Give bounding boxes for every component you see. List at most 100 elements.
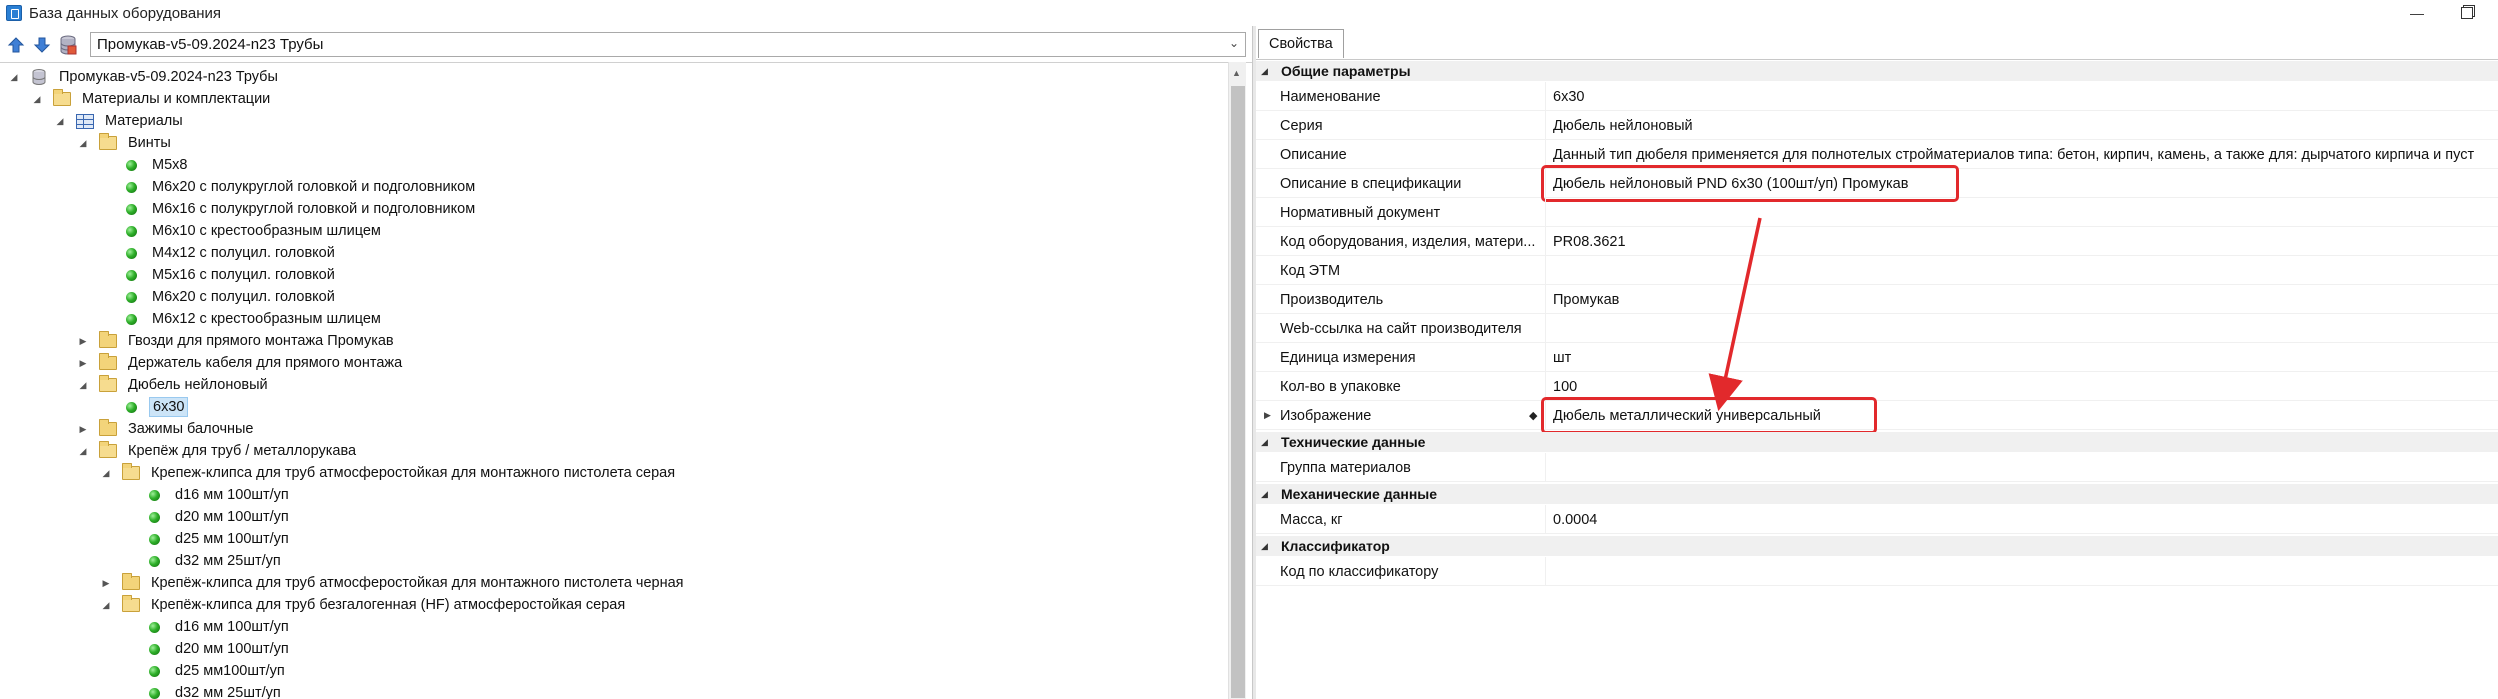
tree-item[interactable]: ▶6x30	[100, 396, 189, 418]
equipment-tree: ◢ Промукав-v5-09.2024-n23 Трубы ◢ Материалы…	[0, 62, 1252, 699]
property-row[interactable]: ▶ Изображение ◆ Дюбель металлический универ…	[1256, 401, 2498, 430]
tree-item[interactable]: ▶d16 мм 100шт/уп	[123, 484, 292, 506]
collapse-arrow-icon[interactable]: ◢	[77, 380, 89, 391]
tree-label: d32 мм 25шт/уп	[175, 553, 281, 569]
collapse-arrow-icon[interactable]: ◢	[1261, 437, 1275, 448]
property-row[interactable]: Код ЭТМ	[1256, 256, 2498, 285]
collapse-arrow-icon[interactable]: ◢	[100, 600, 112, 611]
tab-properties[interactable]: Свойства	[1258, 29, 1344, 58]
tree-label: Винты	[128, 135, 171, 151]
property-name: Web-ссылка на сайт производителя	[1280, 314, 1546, 343]
tree-item[interactable]: ▶M6x20 с полукруглой головкой и подголов…	[100, 176, 478, 198]
properties-tabbar: Свойства	[1256, 26, 2498, 60]
expand-arrow-icon[interactable]: ▶	[77, 336, 89, 347]
collapse-arrow-icon[interactable]: ◢	[31, 94, 43, 105]
property-row[interactable]: Единица измерения шт	[1256, 343, 2498, 372]
tree-node[interactable]: ◢ Промукав-v5-09.2024-n23 Трубы	[8, 66, 281, 88]
item-icon	[126, 181, 137, 193]
property-row[interactable]: Код оборудования, изделия, матери... PR08…	[1256, 227, 2498, 256]
property-row[interactable]: Наименование 6x30	[1256, 82, 2498, 111]
tree-scrollbar-thumb[interactable]	[1231, 86, 1245, 698]
collapse-arrow-icon[interactable]: ◢	[8, 72, 20, 83]
property-group-header[interactable]: ◢ Механические данные	[1256, 484, 2498, 504]
tree-item[interactable]: ▶M4x12 с полуцил. головкой	[100, 242, 338, 264]
collapse-arrow-icon[interactable]: ◢	[77, 446, 89, 457]
property-value[interactable]: 0.0004	[1553, 505, 2498, 534]
collapse-arrow-icon[interactable]: ◢	[77, 138, 89, 149]
tree-item[interactable]: ▶d32 мм 25шт/уп	[123, 550, 284, 572]
property-row[interactable]: Масса, кг 0.0004	[1256, 505, 2498, 534]
property-row[interactable]: Группа материалов	[1256, 453, 2498, 482]
property-group-title: Общие параметры	[1281, 63, 1411, 79]
property-value[interactable]	[1553, 314, 2498, 343]
property-value[interactable]: 6x30	[1553, 82, 2498, 111]
collapse-arrow-icon[interactable]: ◢	[1261, 541, 1275, 552]
expand-arrow-icon[interactable]: ▶	[1264, 410, 1271, 421]
tree-item[interactable]: ▶d16 мм 100шт/уп	[123, 616, 292, 638]
tree-item[interactable]: ▶M5x8	[100, 154, 190, 176]
maximize-button[interactable]	[2455, 2, 2479, 24]
property-value[interactable]	[1553, 256, 2498, 285]
property-row[interactable]: Серия Дюбель нейлоновый	[1256, 111, 2498, 140]
expand-arrow-icon[interactable]: ▶	[77, 358, 89, 369]
tree-item[interactable]: ▶d20 мм 100шт/уп	[123, 638, 292, 660]
property-value[interactable]: Промукав	[1553, 285, 2498, 314]
property-group-header[interactable]: ◢ Технические данные	[1256, 432, 2498, 452]
property-group-header[interactable]: ◢ Классификатор	[1256, 536, 2498, 556]
collapse-arrow-icon[interactable]: ◢	[54, 116, 66, 127]
tree-item[interactable]: ▶d25 мм 100шт/уп	[123, 528, 292, 550]
property-value[interactable]	[1553, 557, 2498, 586]
expand-arrow-icon[interactable]: ▶	[100, 578, 112, 589]
tree-scrollbar[interactable]: ▲	[1228, 62, 1246, 699]
property-value[interactable]: Дюбель нейлоновый	[1553, 111, 2498, 140]
tree-node[interactable]: ▶ Держатель кабеля для прямого монтажа	[77, 352, 405, 374]
tree-item[interactable]: ▶M6x12 с крестообразным шлицем	[100, 308, 384, 330]
tree-item[interactable]: ▶M5x16 с полуцил. головкой	[100, 264, 338, 286]
tree-node[interactable]: ▶ Крепёж-клипса для труб атмосферостойкая…	[100, 572, 687, 594]
tree-node[interactable]: ◢ Материалы	[54, 110, 186, 132]
tree-node[interactable]: ◢ Дюбель нейлоновый	[77, 374, 271, 396]
property-value[interactable]: шт	[1553, 343, 2498, 372]
minimize-button[interactable]: —	[2405, 2, 2429, 24]
database-button[interactable]	[57, 34, 79, 56]
window-title: База данных оборудования	[29, 4, 221, 22]
tree-label: d32 мм 25шт/уп	[175, 685, 281, 699]
property-group-header[interactable]: ◢ Общие параметры	[1256, 61, 2498, 81]
scroll-up-icon[interactable]: ▲	[1232, 68, 1241, 78]
collapse-arrow-icon[interactable]: ◢	[1261, 66, 1275, 77]
collapse-arrow-icon[interactable]: ◢	[100, 468, 112, 479]
property-value[interactable]	[1553, 198, 2498, 227]
folder-open-icon	[53, 89, 71, 106]
tree-node[interactable]: ▶ Зажимы балочные	[77, 418, 257, 440]
tree-item[interactable]: ▶M6x20 с полуцил. головкой	[100, 286, 338, 308]
tree-label: Дюбель нейлоновый	[128, 377, 268, 393]
move-down-button[interactable]	[31, 34, 53, 56]
property-row[interactable]: Код по классификатору	[1256, 557, 2498, 586]
property-row[interactable]: Web-ссылка на сайт производителя	[1256, 314, 2498, 343]
tree-node[interactable]: ◢ Винты	[77, 132, 174, 154]
tree-node[interactable]: ◢ Крепеж-клипса для труб атмосферостойкая…	[100, 462, 678, 484]
tree-label: 6x30	[149, 397, 189, 417]
tree-node[interactable]: ◢ Крепёж для труб / металлорукава	[77, 440, 359, 462]
tree-item[interactable]: ▶M6x16 с полукруглой головкой и подголов…	[100, 198, 478, 220]
expand-arrow-icon[interactable]: ▶	[77, 424, 89, 435]
tree-item[interactable]: ▶d32 мм 25шт/уп	[123, 682, 284, 699]
move-up-button[interactable]	[5, 34, 27, 56]
tree-item[interactable]: ▶d25 мм100шт/уп	[123, 660, 288, 682]
property-row[interactable]: Нормативный документ	[1256, 198, 2498, 227]
tree-node[interactable]: ◢ Крепёж-клипса для труб безгалогенная (H…	[100, 594, 628, 616]
item-icon	[126, 269, 137, 281]
property-value[interactable]: PR08.3621	[1553, 227, 2498, 256]
collapse-arrow-icon[interactable]: ◢	[1261, 489, 1275, 500]
property-row[interactable]: Кол-во в упаковке 100	[1256, 372, 2498, 401]
property-name: Единица измерения	[1280, 343, 1546, 372]
tree-item[interactable]: ▶M6x10 с крестообразным шлицем	[100, 220, 384, 242]
property-value[interactable]	[1553, 453, 2498, 482]
tree-item[interactable]: ▶d20 мм 100шт/уп	[123, 506, 292, 528]
database-select[interactable]: Промукав-v5-09.2024-n23 Трубы ⌄	[90, 32, 1246, 57]
property-name: Изображение	[1280, 401, 1546, 430]
tree-label: Крепёж для труб / металлорукава	[128, 443, 357, 459]
tree-node[interactable]: ◢ Материалы и комплектации	[31, 88, 273, 110]
tree-node[interactable]: ▶ Гвозди для прямого монтажа Промукав	[77, 330, 397, 352]
property-row[interactable]: Производитель Промукав	[1256, 285, 2498, 314]
